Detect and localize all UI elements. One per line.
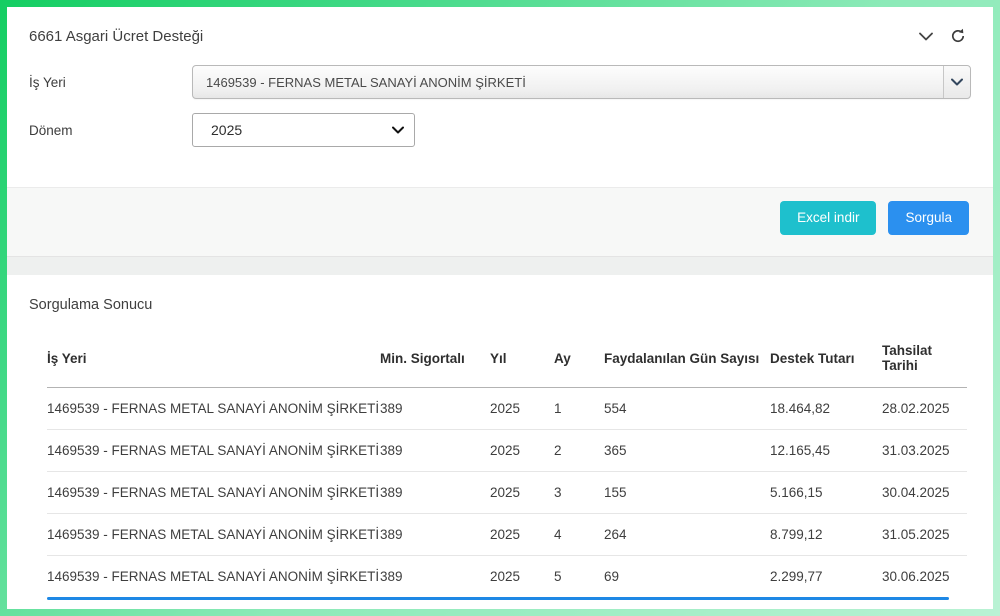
- query-button[interactable]: Sorgula: [888, 201, 969, 235]
- table-cell: 389: [380, 472, 490, 513]
- table-cell: 264: [604, 514, 770, 555]
- donem-select-chevron-icon: [392, 126, 404, 134]
- isyeri-dropdown[interactable]: 1469539 - FERNAS METAL SANAYİ ANONİM ŞİR…: [192, 65, 971, 99]
- results-title: Sorgulama Sonucu: [29, 297, 971, 313]
- table-cell: 8.799,12: [770, 514, 882, 555]
- table-row: 1469539 - FERNAS METAL SANAYİ ANONİM ŞİR…: [47, 388, 967, 430]
- excel-download-button[interactable]: Excel indir: [780, 201, 876, 235]
- table-row: 1469539 - FERNAS METAL SANAYİ ANONİM ŞİR…: [47, 472, 967, 514]
- table-header-cell: Tahsilat Tarihi: [882, 333, 967, 387]
- table-cell: 30.06.2025: [882, 556, 967, 597]
- table-cell: 69: [604, 556, 770, 597]
- table-header-cell: Ay: [554, 341, 604, 380]
- table-header-cell: Min. Sigortalı: [380, 341, 490, 380]
- isyeri-dropdown-value: 1469539 - FERNAS METAL SANAYİ ANONİM ŞİR…: [193, 66, 943, 98]
- table-cell: 155: [604, 472, 770, 513]
- table-cell: 31.05.2025: [882, 514, 967, 555]
- query-panel: 6661 Asgari Ücret Desteği İş Yeri: [7, 7, 993, 257]
- table-row: 1469539 - FERNAS METAL SANAYİ ANONİM ŞİR…: [47, 430, 967, 472]
- table-cell: 5: [554, 556, 604, 597]
- table-cell: 1469539 - FERNAS METAL SANAYİ ANONİM ŞİR…: [47, 472, 380, 513]
- table-cell: 389: [380, 514, 490, 555]
- donem-label: Dönem: [29, 123, 192, 138]
- table-cell: 389: [380, 388, 490, 429]
- table-row: 1469539 - FERNAS METAL SANAYİ ANONİM ŞİR…: [47, 514, 967, 556]
- table-cell: 365: [604, 430, 770, 471]
- table-cell: 30.04.2025: [882, 472, 967, 513]
- panel-title: 6661 Asgari Ücret Desteği: [29, 28, 203, 45]
- field-row-isyeri: İş Yeri 1469539 - FERNAS METAL SANAYİ AN…: [29, 65, 971, 99]
- table-body: 1469539 - FERNAS METAL SANAYİ ANONİM ŞİR…: [47, 388, 967, 597]
- table-header-cell: Destek Tutarı: [770, 341, 882, 380]
- table-cell: 2025: [490, 388, 554, 429]
- table-cell: 2025: [490, 472, 554, 513]
- donem-select[interactable]: 2025: [192, 113, 415, 147]
- table-cell: 389: [380, 556, 490, 597]
- cards-gap: [7, 257, 993, 275]
- table-cell: 1469539 - FERNAS METAL SANAYİ ANONİM ŞİR…: [47, 514, 380, 555]
- isyeri-dropdown-chevron-icon[interactable]: [943, 66, 970, 98]
- table-cell: 28.02.2025: [882, 388, 967, 429]
- refresh-icon[interactable]: [949, 27, 967, 45]
- table-cell: 2: [554, 430, 604, 471]
- table-cell: 1469539 - FERNAS METAL SANAYİ ANONİM ŞİR…: [47, 556, 380, 597]
- form-actions: Excel indir Sorgula: [7, 187, 993, 257]
- table-cell: 31.03.2025: [882, 430, 967, 471]
- table-header-cell: Yıl: [490, 341, 554, 380]
- table-cell: 1: [554, 388, 604, 429]
- table-scrollbar[interactable]: [47, 597, 949, 600]
- table-cell: 1469539 - FERNAS METAL SANAYİ ANONİM ŞİR…: [47, 388, 380, 429]
- isyeri-label: İş Yeri: [29, 75, 192, 90]
- table-cell: 3: [554, 472, 604, 513]
- donem-select-value: 2025: [211, 122, 242, 138]
- table-cell: 5.166,15: [770, 472, 882, 513]
- table-cell: 554: [604, 388, 770, 429]
- table-cell: 18.464,82: [770, 388, 882, 429]
- table-cell: 4: [554, 514, 604, 555]
- table-header-cell: İş Yeri: [47, 341, 380, 380]
- table-cell: 389: [380, 430, 490, 471]
- collapse-panel-icon[interactable]: [917, 27, 935, 45]
- field-row-donem: Dönem 2025: [29, 113, 971, 147]
- table-header-row: İş YeriMin. SigortalıYılAyFaydalanılan G…: [47, 333, 967, 388]
- results-panel: Sorgulama Sonucu İş YeriMin. SigortalıYı…: [7, 275, 993, 609]
- recording-border: 6661 Asgari Ücret Desteği İş Yeri: [0, 0, 1000, 616]
- table-cell: 1469539 - FERNAS METAL SANAYİ ANONİM ŞİR…: [47, 430, 380, 471]
- table-row: 1469539 - FERNAS METAL SANAYİ ANONİM ŞİR…: [47, 556, 967, 597]
- page: 6661 Asgari Ücret Desteği İş Yeri: [7, 7, 993, 609]
- table-header-cell: Faydalanılan Gün Sayısı: [604, 341, 770, 380]
- results-table: İş YeriMin. SigortalıYılAyFaydalanılan G…: [47, 333, 967, 597]
- table-cell: 2025: [490, 430, 554, 471]
- table-cell: 2025: [490, 556, 554, 597]
- table-cell: 12.165,45: [770, 430, 882, 471]
- table-cell: 2.299,77: [770, 556, 882, 597]
- table-cell: 2025: [490, 514, 554, 555]
